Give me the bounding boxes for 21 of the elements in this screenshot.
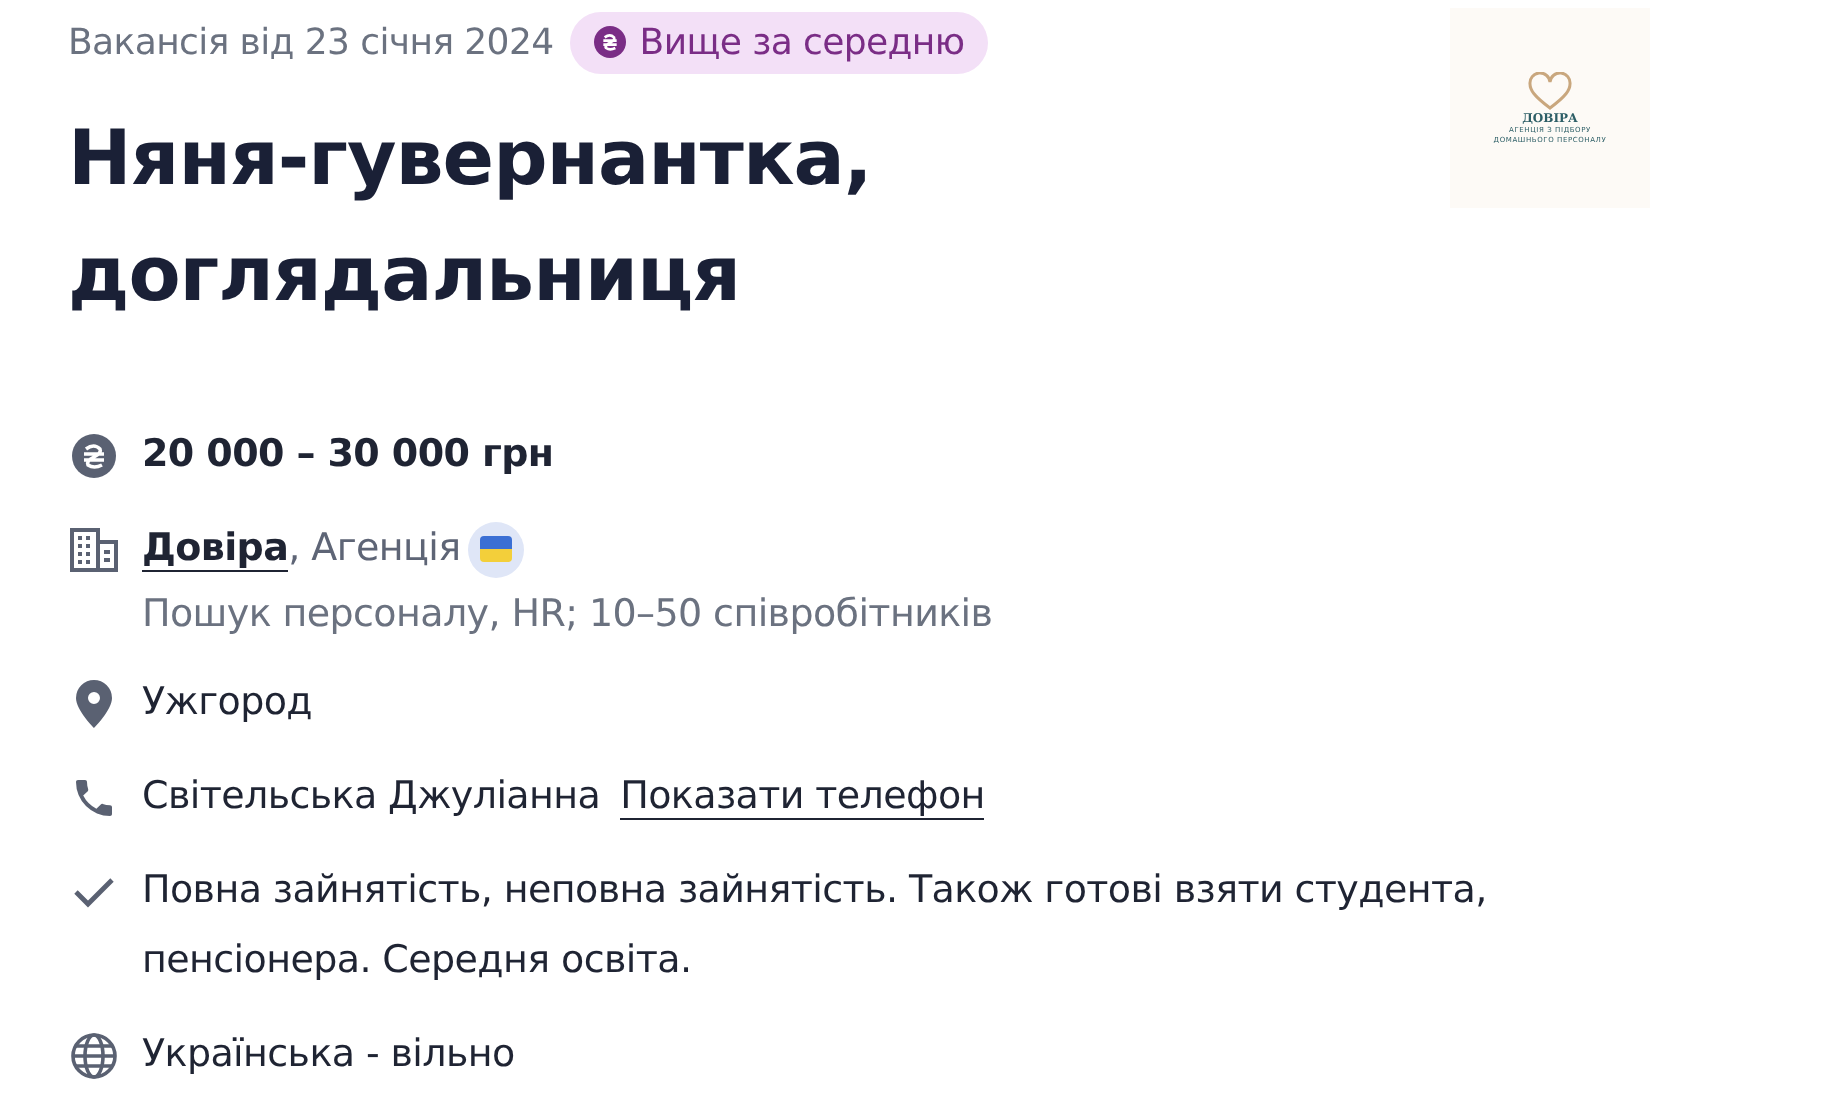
company-description: Пошук персоналу, HR; 10–50 співробітників [142,590,993,640]
city-text: Ужгород [142,680,313,724]
salary-text: 20 000 – 30 000 грн [142,432,554,476]
employment-text: Повна зайнятість, неповна зайнятість. Також готові взяти студента, пенсіонера. Середня освіта. [142,868,1487,982]
show-phone-link[interactable]: Показати телефон [620,774,985,820]
phone-icon [70,774,118,822]
job-title: Няня-гувернантка, доглядальниця [68,112,874,322]
checkmark-icon [72,876,116,908]
salary-badge: Вище за середню [569,11,989,73]
company-type: , Агенція [288,526,461,570]
globe-icon [70,1032,118,1080]
company-link[interactable]: Довіра [142,526,289,572]
map-pin-icon [76,680,112,728]
flag-icon [480,536,513,563]
heart-icon [1528,71,1572,111]
hryvnia-icon [593,26,626,58]
building-icon [70,528,118,572]
posted-date: Вакансія від 23 січня 2024 [68,21,554,63]
contact-name: Світельська Джуліанна [142,774,601,818]
language-text: Українська - вільно [142,1032,515,1076]
hryvnia-icon [70,432,118,480]
